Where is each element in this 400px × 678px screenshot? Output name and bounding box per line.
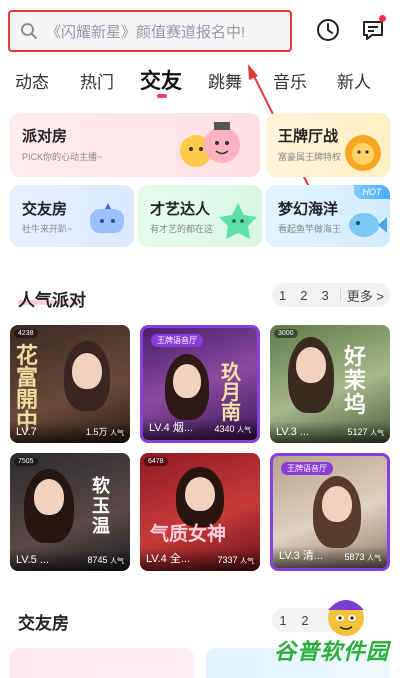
room-popularity: 5127 人气 bbox=[347, 427, 384, 437]
floating-mascot-icon[interactable] bbox=[318, 592, 374, 640]
room-popularity: 4340 人气 bbox=[214, 424, 251, 434]
category-card-talent[interactable]: 才艺达人 有才艺的都在这 bbox=[138, 185, 262, 247]
portrait-face bbox=[185, 477, 215, 511]
category-card-ocean[interactable]: HOT 梦幻海洋 看起鱼竿做海王 bbox=[266, 185, 390, 247]
room-id-badge: 4238 bbox=[14, 329, 38, 338]
room-cover-art-text: 好 茉 坞 bbox=[344, 344, 367, 418]
page-1-button[interactable]: 1 bbox=[272, 613, 294, 628]
king-room-tag: 王牌语音厅 bbox=[151, 334, 203, 347]
page-2-button[interactable]: 2 bbox=[294, 613, 316, 628]
portrait-face bbox=[296, 347, 326, 383]
couple-mascot-icon bbox=[180, 122, 240, 167]
room-card[interactable]: 3000 好 茉 坞 LV.3 ... 5127 人气 bbox=[270, 325, 390, 443]
tab-xinren[interactable]: 新人 bbox=[337, 68, 371, 93]
category-card-king[interactable]: 王牌厅战 富豪属王牌特权 bbox=[266, 113, 390, 177]
room-level: LV.4 全... bbox=[146, 553, 191, 565]
room-card[interactable]: 6478 气质女神 LV.4 全... 7337 人气 bbox=[140, 453, 260, 571]
room-popularity: 7337 人气 bbox=[217, 555, 254, 565]
king-room-tag: 王牌语音厅 bbox=[281, 462, 333, 475]
tab-jiaoyou[interactable]: 交友 bbox=[140, 65, 182, 95]
search-icon bbox=[21, 23, 37, 39]
card-subtitle: PICK你的心动主播~ bbox=[22, 152, 103, 162]
room-id-badge: 3000 bbox=[274, 329, 298, 338]
card-subtitle: 看起鱼竿做海王 bbox=[278, 224, 342, 234]
section-title-friends: 交友房 bbox=[18, 614, 69, 633]
room-level: LV.3 ... bbox=[276, 426, 310, 438]
more-button[interactable]: 更多 > bbox=[345, 286, 390, 305]
top-bar: 《闪耀新星》颜值赛道报名中! bbox=[0, 0, 400, 62]
card-subtitle: 有才艺的都在这 bbox=[150, 224, 214, 234]
card-title: 梦幻海洋 bbox=[278, 201, 339, 218]
room-popularity: 5873 人气 bbox=[344, 552, 381, 562]
portrait-face bbox=[72, 353, 102, 389]
search-placeholder: 《闪耀新星》颜值赛道报名中! bbox=[46, 23, 246, 41]
portrait-face bbox=[34, 479, 64, 515]
room-level: LV.4 烟... bbox=[149, 422, 194, 434]
room-level: LV.5 ... bbox=[16, 554, 50, 566]
room-card[interactable]: 王牌语音厅 玖 月 南 LV.4 烟... 4340 人气 bbox=[140, 325, 260, 443]
search-bar[interactable]: 《闪耀新星》颜值赛道报名中! bbox=[8, 10, 292, 52]
pager-divider bbox=[339, 289, 341, 301]
room-id-badge: 7505 bbox=[14, 457, 38, 466]
portrait-face bbox=[322, 486, 352, 522]
room-card[interactable]: 4238 花 富 開 中 LV.7 1.5万 人气 bbox=[10, 325, 130, 443]
category-tabs: 动态 热门 交友 跳舞 音乐 新人 bbox=[0, 64, 400, 100]
popular-pager: 1 2 3 更多 > bbox=[272, 283, 390, 307]
fish-mascot-icon bbox=[349, 213, 387, 237]
card-title: 才艺达人 bbox=[150, 201, 211, 218]
page-1-button[interactable]: 1 bbox=[272, 288, 293, 303]
room-cover-art-text: 花 富 開 中 bbox=[16, 343, 39, 433]
portrait-face bbox=[173, 364, 201, 398]
room-cover-art-text: 气质女神 bbox=[150, 523, 227, 545]
room-id-badge: 6478 bbox=[144, 457, 168, 466]
clock-icon[interactable] bbox=[315, 17, 341, 43]
card-subtitle: 富豪属王牌特权 bbox=[278, 152, 342, 162]
chat-bubble-mascot-icon bbox=[90, 203, 124, 233]
lion-mascot-icon bbox=[345, 135, 381, 171]
room-level: LV.3 清... bbox=[279, 550, 324, 562]
star-mascot-icon bbox=[219, 203, 257, 239]
category-card-party[interactable]: 派对房 PICK你的心动主播~ bbox=[10, 113, 260, 177]
room-card[interactable]: 王牌语音厅 LV.3 清... 5873 人气 bbox=[270, 453, 390, 571]
room-popularity: 1.5万 人气 bbox=[85, 427, 124, 437]
page-3-button[interactable]: 3 bbox=[315, 288, 336, 303]
room-popularity: 8745 人气 bbox=[87, 555, 124, 565]
card-title: 派对房 bbox=[22, 128, 68, 145]
card-subtitle: 社牛来开趴~ bbox=[22, 224, 73, 234]
active-tab-indicator bbox=[157, 94, 167, 98]
tab-yinyue[interactable]: 音乐 bbox=[273, 68, 307, 93]
room-card[interactable]: 7505 软 玉 温 LV.5 ... 8745 人气 bbox=[10, 453, 130, 571]
room-cover-art-text: 玖 月 南 bbox=[221, 360, 241, 424]
section-title-popular: 人气派对 bbox=[18, 291, 86, 310]
notification-dot bbox=[379, 15, 386, 22]
card-title: 交友房 bbox=[22, 201, 68, 218]
tab-dongtai[interactable]: 动态 bbox=[15, 68, 49, 93]
room-level: LV.7 bbox=[16, 426, 37, 438]
category-card-friend[interactable]: 交友房 社牛来开趴~ bbox=[10, 185, 134, 247]
card-title: 王牌厅战 bbox=[278, 128, 339, 145]
hot-badge: HOT bbox=[354, 185, 390, 199]
room-cover-art-text: 软 玉 温 bbox=[92, 476, 110, 537]
watermark-text: 谷普软件园 bbox=[274, 639, 390, 664]
friend-room-card-partial[interactable] bbox=[10, 648, 194, 678]
tab-tiaowu[interactable]: 跳舞 bbox=[208, 68, 242, 93]
page-2-button[interactable]: 2 bbox=[293, 288, 314, 303]
tab-remen[interactable]: 热门 bbox=[80, 68, 114, 93]
